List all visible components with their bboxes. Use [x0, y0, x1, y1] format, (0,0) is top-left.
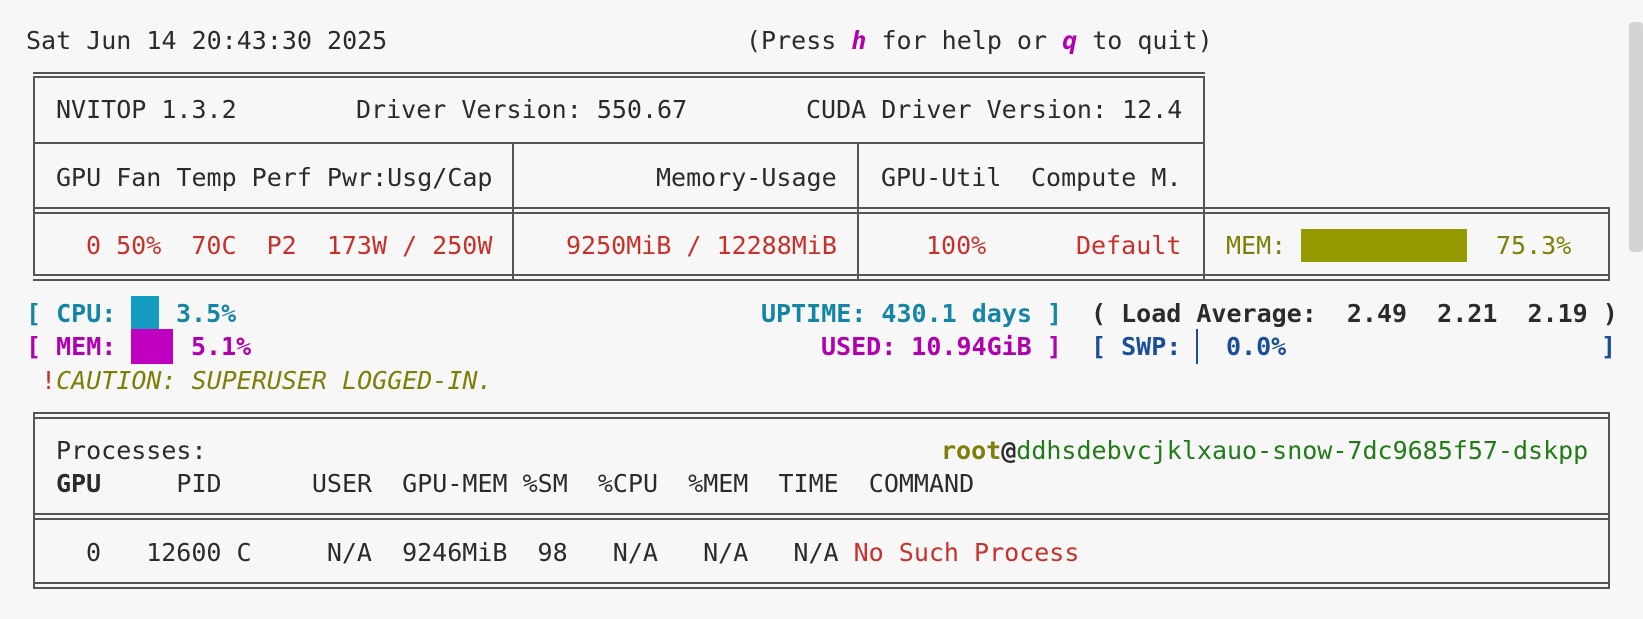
mem-bar: [131, 329, 173, 364]
gpu-row-bottom-border-1: [33, 274, 1610, 276]
gpu-row-top-border-1: [33, 207, 1610, 209]
row-stats: 0 12600 C N/A 9246MiB 98 N/A N/A N/A: [86, 538, 854, 567]
row-command: No Such Process: [853, 538, 1080, 567]
col-divider-2: [857, 142, 859, 279]
scrollbar[interactable]: [1629, 22, 1643, 252]
swp-bar: [1196, 329, 1198, 364]
proc-top-border-2: [33, 417, 1610, 419]
header-memory: Memory-Usage: [656, 163, 837, 192]
process-columns: GPU PID USER GPU-MEM %SM %CPU %MEM TIME …: [56, 469, 974, 499]
cpu-label: [ CPU:: [26, 299, 117, 328]
proc-top-border-1: [33, 412, 1610, 414]
swp-label: [ SWP:: [1091, 332, 1182, 361]
uptime: UPTIME: 430.1 days ]: [761, 299, 1063, 328]
nvitop-version: NVITOP 1.3.2: [56, 95, 237, 124]
mem-label: [ MEM:: [26, 332, 117, 361]
proc-bottom-border-2: [33, 587, 1610, 589]
gpu-mem-label: MEM:: [1226, 231, 1287, 260]
header-util: GPU-Util: [881, 163, 1002, 192]
datetime: Sat Jun 14 20:43:30 2025: [26, 26, 388, 55]
caution-mark: !: [41, 366, 57, 395]
gpu-util: 100%: [926, 231, 987, 260]
user-at: @: [1001, 436, 1017, 465]
quit-key: q: [1062, 26, 1078, 55]
swp-percent: 0.0%: [1226, 332, 1287, 361]
user-host: root@ddhsdebvcjklxauo-snow-7dc9685f57-ds…: [941, 436, 1588, 466]
mem-used: USED: 10.94GiB ]: [821, 332, 1062, 361]
processes-title: Processes:: [56, 436, 207, 465]
gpu-row-right-border: [1608, 207, 1610, 281]
caution-text: CAUTION: SUPERUSER LOGGED-IN.: [56, 366, 493, 395]
col-rest: PID USER GPU-MEM %SM %CPU %MEM TIME COMM…: [101, 469, 975, 498]
gpu-panel-divider: [33, 142, 1205, 144]
gpu-mem-percent: 75.3%: [1496, 231, 1572, 260]
process-user: root: [941, 436, 1002, 465]
process-hostname: ddhsdebvcjklxauo-snow-7dc9685f57-dskpp: [1016, 436, 1589, 465]
col-gpu: GPU: [56, 469, 102, 498]
header-gpu-cols: GPU Fan Temp Perf Pwr:Usg/Cap: [56, 163, 493, 192]
load-average: ( Load Average: 2.49 2.21 2.19 ): [1091, 299, 1618, 328]
gpu-mem-bar: [1301, 229, 1467, 262]
help-hint: (Press h for help or q to quit): [746, 26, 1213, 56]
swp-close: ]: [1601, 332, 1617, 361]
help-key: h: [851, 26, 867, 55]
cuda-version: CUDA Driver Version: 12.4: [806, 95, 1183, 124]
gpu-stats: 0 50% 70C P2 173W / 250W: [86, 231, 493, 260]
proc-header-border-1: [33, 513, 1610, 515]
gpu-row-top-border-2: [33, 212, 1610, 214]
proc-left-border: [33, 412, 35, 589]
gpu-memory-usage: 9250MiB / 12288MiB: [566, 231, 837, 260]
cpu-percent: 3.5%: [176, 299, 237, 328]
col-divider-1: [512, 142, 514, 279]
mem-percent: 5.1%: [191, 332, 252, 361]
cpu-bar: [131, 296, 159, 331]
gpu-panel-top-border: [33, 72, 1205, 74]
col-divider-3: [1203, 207, 1205, 279]
caution-line: !CAUTION: SUPERUSER LOGGED-IN.: [41, 366, 493, 396]
help-suffix: to quit): [1077, 26, 1213, 55]
gpu-row-bottom-border-2: [33, 279, 1610, 281]
header-compute: Compute M.: [1031, 163, 1182, 192]
help-prefix: (Press: [746, 26, 852, 55]
proc-right-border: [1608, 412, 1610, 589]
process-row[interactable]: 0 12600 C N/A 9246MiB 98 N/A N/A N/A No …: [86, 538, 1079, 568]
proc-bottom-border-1: [33, 582, 1610, 584]
driver-version: Driver Version: 550.67: [356, 95, 688, 124]
help-mid: for help or: [866, 26, 1063, 55]
compute-mode: Default: [1076, 231, 1182, 260]
proc-header-border-2: [33, 518, 1610, 520]
